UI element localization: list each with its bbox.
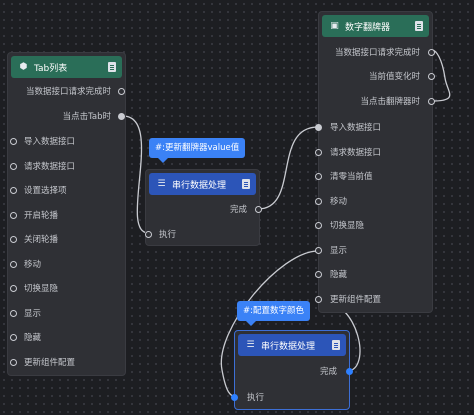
input-port[interactable] [145,231,152,238]
input-label: 更新组件配置 [24,358,76,368]
list-icon: ☰ [157,179,166,189]
input-label: 移动 [330,197,348,207]
input-label: 执行 [247,393,265,403]
input-label: 导入数据接口 [330,123,382,133]
input-port[interactable] [10,212,17,219]
output-label: 当前值变化时 [368,72,420,82]
input-port[interactable] [315,222,322,229]
document-icon[interactable] [415,21,423,31]
input-label: 关闭轮播 [24,235,59,245]
input-label: 显示 [24,309,42,319]
input-label: 移动 [24,260,42,270]
input-port[interactable] [315,149,322,156]
input-port[interactable] [315,198,322,205]
input-port[interactable] [10,163,17,170]
input-label: 导入数据接口 [24,137,76,147]
input-label: 隐藏 [24,333,42,343]
serial-process-node[interactable]: ☰ 串行数据处理 完成 执行 [145,169,262,246]
serial-node-header[interactable]: ☰ 串行数据处理 [238,334,346,356]
input-port[interactable] [10,359,17,366]
document-icon[interactable] [332,340,340,350]
serial-node-title: 串行数据处理 [172,180,227,191]
output-label: 当点击Tab时 [62,112,111,122]
input-label: 切换显隐 [330,221,365,231]
input-port[interactable] [231,394,238,401]
output-port[interactable] [118,113,125,120]
tab-list-node-header[interactable]: ⬢ Tab列表 [11,56,122,78]
digit-flip-node-title: 数字翻牌器 [345,22,391,33]
input-label: 清零当前值 [330,172,373,182]
input-port[interactable] [10,261,17,268]
tab-list-node[interactable]: ⬢ Tab列表 当数据接口请求完成时 当点击Tab时 导入数据接口 请求数据接口… [7,52,126,376]
output-label: 完成 [229,205,247,215]
output-label: 当数据接口请求完成时 [334,48,420,58]
input-label: 请求数据接口 [24,162,76,172]
digit-flip-node-header[interactable]: ▣ 数字翻牌器 [322,15,429,37]
input-port[interactable] [10,187,17,194]
digit-flip-node[interactable]: ▣ 数字翻牌器 当数据接口请求完成时 当前值变化时 当点击翻牌器时 导入数据接口… [315,11,435,313]
input-port[interactable] [315,173,322,180]
list-icon: ☰ [246,340,255,350]
output-port[interactable] [428,49,435,56]
input-label: 显示 [330,246,348,256]
output-label: 当点击翻牌器时 [360,97,420,107]
serial-node-title: 串行数据处理 [261,341,316,352]
output-port[interactable] [428,73,435,80]
output-port[interactable] [346,368,353,375]
input-label: 隐藏 [330,270,348,280]
input-port[interactable] [315,296,322,303]
input-label: 执行 [159,230,177,240]
component-icon: ▣ [330,21,339,31]
input-port[interactable] [315,124,322,131]
document-icon[interactable] [108,62,116,72]
input-label: 开启轮播 [24,211,59,221]
output-label: 完成 [319,367,337,377]
output-port[interactable] [428,98,435,105]
input-label: 设置选择项 [24,186,67,196]
node-comment-tag[interactable]: #:更新翻牌器value值 [149,138,246,163]
tab-list-node-title: Tab列表 [34,63,68,74]
input-label: 切换显隐 [24,284,59,294]
document-icon[interactable] [242,179,250,189]
input-label: 请求数据接口 [330,148,382,158]
serial-node-header[interactable]: ☰ 串行数据处理 [149,173,256,195]
input-port[interactable] [10,138,17,145]
node-comment-tag[interactable]: #:配置数字颜色 [237,301,310,326]
output-port[interactable] [255,206,262,213]
output-port[interactable] [118,88,125,95]
serial-process-node-selected[interactable]: ☰ 串行数据处理 完成 执行 [231,330,353,410]
input-label: 更新组件配置 [330,295,382,305]
input-port[interactable] [10,236,17,243]
input-port[interactable] [10,285,17,292]
output-label: 当数据接口请求完成时 [25,87,111,97]
wire-serial-done-to-import-data [257,126,319,210]
input-port[interactable] [315,247,322,254]
input-port[interactable] [10,334,17,341]
input-port[interactable] [315,271,322,278]
component-icon: ⬢ [19,62,28,72]
input-port[interactable] [10,310,17,317]
